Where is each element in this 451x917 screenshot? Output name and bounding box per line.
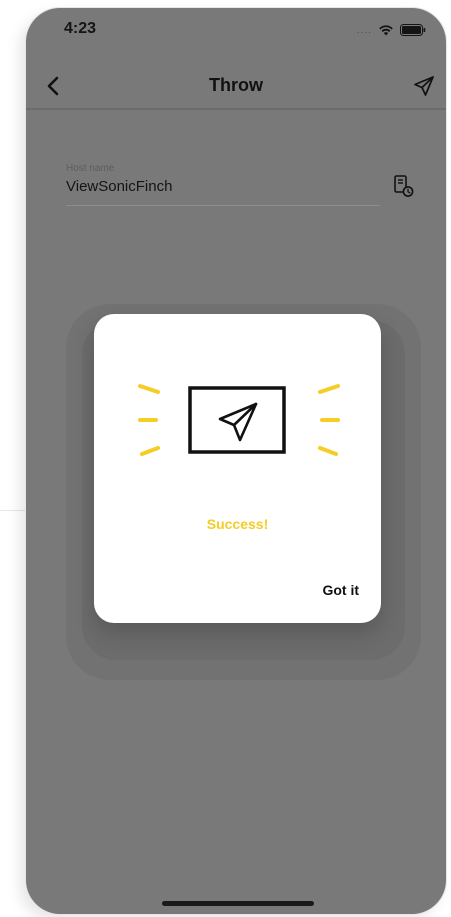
status-time: 4:23 bbox=[64, 20, 97, 37]
host-name-field[interactable]: ViewSonicFinch bbox=[66, 178, 380, 206]
battery-icon bbox=[400, 24, 426, 36]
status-bar: 4:23 .... bbox=[26, 8, 446, 52]
success-dialog: Success! Got it bbox=[94, 314, 381, 623]
paper-plane-icon[interactable] bbox=[412, 74, 436, 98]
got-it-button[interactable]: Got it bbox=[322, 582, 359, 598]
host-name-label: Host name bbox=[66, 163, 115, 174]
status-icons: .... bbox=[357, 24, 426, 36]
home-indicator[interactable] bbox=[162, 901, 314, 906]
wifi-icon bbox=[379, 25, 393, 36]
page-title: Throw bbox=[209, 75, 263, 95]
signal-dots: .... bbox=[356, 24, 372, 36]
screen-paper-plane-icon bbox=[138, 384, 340, 456]
device-history-icon[interactable] bbox=[392, 174, 414, 198]
navigation-bar: Throw bbox=[26, 64, 446, 110]
success-message: Success! bbox=[206, 516, 269, 532]
phone-screen: 4:23 .... Throw Host name ViewSonicFinch bbox=[26, 8, 446, 914]
